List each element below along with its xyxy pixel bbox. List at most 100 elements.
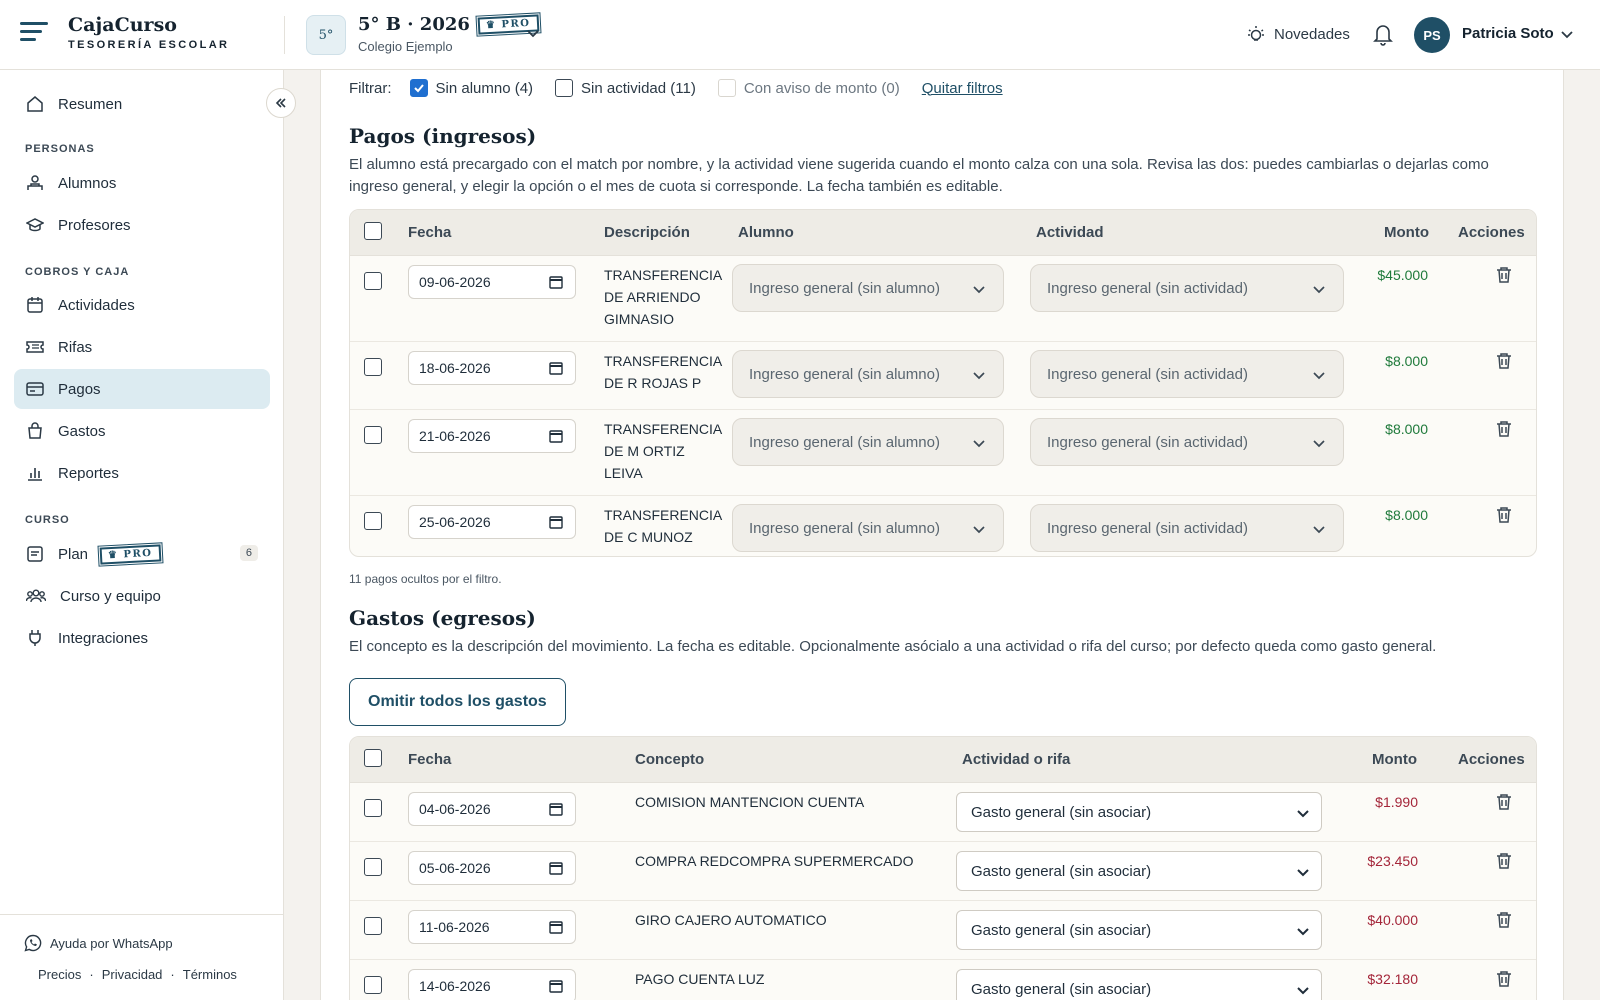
link-privacidad[interactable]: Privacidad xyxy=(102,967,163,982)
sidebar-item-curso-equipo[interactable]: Curso y equipo xyxy=(14,576,270,616)
separator: · xyxy=(170,967,175,982)
sidebar-item-alumnos[interactable]: Alumnos xyxy=(14,163,270,203)
alumno-select[interactable]: Ingreso general (sin alumno) xyxy=(732,350,1004,398)
trash-icon[interactable] xyxy=(1496,420,1512,438)
calendar-icon[interactable] xyxy=(549,275,563,289)
chevron-down-icon[interactable] xyxy=(526,26,540,40)
row-checkbox[interactable] xyxy=(364,426,382,444)
calendar-icon[interactable] xyxy=(549,361,563,375)
main-content: Filtrar: Sin alumno (4) Sin actividad (1… xyxy=(320,70,1564,1000)
amount: $45.000 xyxy=(1377,267,1428,283)
filter-sin-actividad-checkbox[interactable] xyxy=(555,79,574,97)
date-input[interactable]: 11-06-2026 xyxy=(408,910,576,944)
trash-icon[interactable] xyxy=(1496,911,1512,929)
chevron-down-icon xyxy=(973,526,985,534)
row-checkbox[interactable] xyxy=(364,799,382,817)
row-checkbox[interactable] xyxy=(364,858,382,876)
calendar-icon[interactable] xyxy=(549,802,563,816)
calendar-icon[interactable] xyxy=(549,429,563,443)
alumno-select[interactable]: Ingreso general (sin alumno) xyxy=(732,504,1004,552)
filter-sin-alumno-checkbox[interactable] xyxy=(409,79,428,97)
actividad-rifa-select[interactable]: Gasto general (sin asociar) xyxy=(956,910,1322,950)
select-all-checkbox[interactable] xyxy=(364,749,382,767)
sidebar-item-integraciones[interactable]: Integraciones xyxy=(14,618,270,658)
select-value: Ingreso general (sin alumno) xyxy=(749,365,940,383)
date-value: 05-06-2026 xyxy=(419,860,491,876)
brand-subtitle: TESORERÍA ESCOLAR xyxy=(68,39,230,51)
avatar[interactable]: PS xyxy=(1414,17,1450,53)
row-checkbox[interactable] xyxy=(364,272,382,290)
filter-sin-alumno-label[interactable]: Sin alumno (4) xyxy=(436,80,534,97)
link-terminos[interactable]: Términos xyxy=(183,967,237,982)
trash-icon[interactable] xyxy=(1496,506,1512,524)
credit-card-icon xyxy=(26,382,44,396)
actividad-select[interactable]: Ingreso general (sin actividad) xyxy=(1030,504,1344,552)
row-checkbox[interactable] xyxy=(364,358,382,376)
actividad-select[interactable]: Ingreso general (sin actividad) xyxy=(1030,264,1344,312)
bell-icon[interactable] xyxy=(1372,22,1394,46)
calendar-icon[interactable] xyxy=(549,515,563,529)
trash-icon[interactable] xyxy=(1496,970,1512,988)
sidebar-item-label: Actividades xyxy=(58,296,135,314)
collapse-sidebar-button[interactable] xyxy=(266,88,296,118)
sidebar-item-resumen[interactable]: Resumen xyxy=(14,84,270,124)
alumno-select[interactable]: Ingreso general (sin alumno) xyxy=(732,264,1004,312)
actividad-select[interactable]: Ingreso general (sin actividad) xyxy=(1030,350,1344,398)
amount: $40.000 xyxy=(1367,912,1418,928)
clear-filters-link[interactable]: Quitar filtros xyxy=(922,80,1003,97)
sidebar-item-label: Pagos xyxy=(58,380,101,398)
select-value: Ingreso general (sin alumno) xyxy=(749,519,940,537)
col-acciones: Acciones xyxy=(1458,224,1525,241)
date-input[interactable]: 09-06-2026 xyxy=(408,265,576,299)
col-alumno: Alumno xyxy=(738,224,794,241)
novedades-button[interactable]: Novedades xyxy=(1246,24,1350,44)
date-input[interactable]: 04-06-2026 xyxy=(408,792,576,826)
alumno-select[interactable]: Ingreso general (sin alumno) xyxy=(732,418,1004,466)
filter-con-aviso-label: Con aviso de monto (0) xyxy=(743,79,900,97)
sidebar-item-reportes[interactable]: Reportes xyxy=(14,453,270,493)
date-input[interactable]: 18-06-2026 xyxy=(408,351,576,385)
user-name[interactable]: Patricia Soto xyxy=(1462,25,1554,42)
actividad-select[interactable]: Ingreso general (sin actividad) xyxy=(1030,418,1344,466)
date-value: 18-06-2026 xyxy=(419,360,491,376)
trash-icon[interactable] xyxy=(1496,266,1512,284)
trash-icon[interactable] xyxy=(1496,793,1512,811)
sidebar-item-rifas[interactable]: Rifas xyxy=(14,327,270,367)
row-checkbox[interactable] xyxy=(364,512,382,530)
sidebar-item-gastos[interactable]: Gastos xyxy=(14,411,270,451)
course-badge[interactable]: 5° xyxy=(306,15,346,55)
filter-sin-actividad-label[interactable]: Sin actividad (11) xyxy=(581,80,696,97)
actividad-rifa-select[interactable]: Gasto general (sin asociar) xyxy=(956,851,1322,891)
menu-icon[interactable] xyxy=(20,22,48,44)
actividad-rifa-select[interactable]: Gasto general (sin asociar) xyxy=(956,792,1322,832)
select-value: Ingreso general (sin actividad) xyxy=(1047,365,1248,383)
date-input[interactable]: 21-06-2026 xyxy=(408,419,576,453)
row-checkbox[interactable] xyxy=(364,917,382,935)
brand[interactable]: CajaCurso TESORERÍA ESCOLAR xyxy=(68,14,229,51)
calendar-icon[interactable] xyxy=(549,979,563,993)
sidebar-item-actividades[interactable]: Actividades xyxy=(14,285,270,325)
table-row: 14-06-2026 PAGO CUENTA LUZ Gasto general… xyxy=(350,960,1536,1000)
whatsapp-help-link[interactable]: Ayuda por WhatsApp xyxy=(24,934,173,952)
trash-icon[interactable] xyxy=(1496,852,1512,870)
trash-icon[interactable] xyxy=(1496,352,1512,370)
ticket-icon xyxy=(26,341,44,353)
date-input[interactable]: 25-06-2026 xyxy=(408,505,576,539)
date-input[interactable]: 14-06-2026 xyxy=(408,969,576,1000)
sidebar-item-plan[interactable]: Plan ♛ PRO 6 xyxy=(14,534,270,574)
pagos-table: Fecha Descripción Alumno Actividad Monto… xyxy=(349,209,1537,557)
row-checkbox[interactable] xyxy=(364,976,382,994)
course-title[interactable]: 5° B · 2026 ♛ PRO xyxy=(358,12,541,37)
actividad-rifa-select[interactable]: Gasto general (sin asociar) xyxy=(956,969,1322,1000)
calendar-icon[interactable] xyxy=(549,920,563,934)
chevron-down-icon[interactable] xyxy=(1560,27,1574,41)
date-input[interactable]: 05-06-2026 xyxy=(408,851,576,885)
col-acciones: Acciones xyxy=(1458,751,1525,768)
sidebar-item-profesores[interactable]: Profesores xyxy=(14,205,270,245)
calendar-icon xyxy=(27,297,43,313)
link-precios[interactable]: Precios xyxy=(38,967,81,982)
select-all-checkbox[interactable] xyxy=(364,222,382,240)
sidebar-item-pagos[interactable]: Pagos xyxy=(14,369,270,409)
omit-all-expenses-button[interactable]: Omitir todos los gastos xyxy=(349,678,566,726)
calendar-icon[interactable] xyxy=(549,861,563,875)
